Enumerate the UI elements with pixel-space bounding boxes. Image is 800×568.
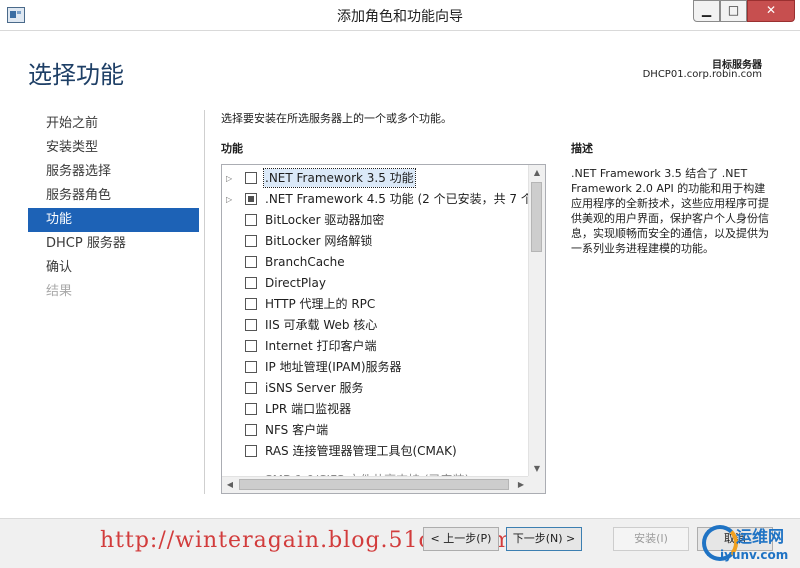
- nav-item-server-roles[interactable]: 服务器角色: [28, 184, 199, 208]
- install-button: 安装(I): [613, 527, 689, 551]
- feature-row[interactable]: ▷ .NET Framework 4.5 功能 (2 个已安装，共 7 个): [222, 189, 538, 210]
- feature-checkbox[interactable]: [245, 235, 257, 247]
- feature-row[interactable]: DirectPlay: [222, 273, 530, 294]
- feature-row[interactable]: IP 地址管理(IPAM)服务器: [222, 357, 530, 378]
- feature-checkbox[interactable]: [245, 424, 257, 436]
- title-bar: 添加角色和功能向导 ▁ □ ✕: [0, 0, 800, 31]
- scroll-up-arrow-icon[interactable]: ▲: [529, 165, 545, 181]
- feature-checkbox[interactable]: [245, 445, 257, 457]
- feature-row[interactable]: RAS 连接管理器管理工具包(CMAK): [222, 441, 530, 462]
- nav-divider: [204, 110, 205, 494]
- wizard-nav: 开始之前 安装类型 服务器选择 服务器角色 功能 DHCP 服务器 确认 结果: [28, 112, 199, 304]
- features-list[interactable]: ▷ .NET Framework 3.5 功能 ▷ .NET Framework 4.…: [221, 164, 546, 494]
- feature-label: BitLocker 网络解锁: [265, 234, 373, 248]
- nav-item-features[interactable]: 功能: [28, 208, 199, 232]
- nav-item-server-selection[interactable]: 服务器选择: [28, 160, 199, 184]
- feature-row[interactable]: iSNS Server 服务: [222, 378, 530, 399]
- feature-checkbox[interactable]: [245, 256, 257, 268]
- target-server-name: DHCP01.corp.robin.com: [642, 69, 762, 80]
- window-title: 添加角色和功能向导: [337, 9, 463, 25]
- feature-description: .NET Framework 3.5 结合了 .NET Framework 2.…: [571, 167, 769, 255]
- logo-brand: 运维网: [736, 527, 785, 546]
- feature-row[interactable]: Internet 打印客户端: [222, 336, 530, 357]
- feature-label: BitLocker 驱动器加密: [265, 213, 385, 227]
- nav-item-results: 结果: [46, 284, 73, 299]
- feature-row[interactable]: BranchCache: [222, 252, 530, 273]
- feature-label: iSNS Server 服务: [265, 381, 364, 395]
- nav-item-confirmation[interactable]: 确认: [28, 256, 199, 280]
- feature-label: Internet 打印客户端: [265, 339, 377, 353]
- scroll-down-arrow-icon[interactable]: ▼: [529, 461, 545, 477]
- logo-site: iyunv.com: [720, 548, 789, 562]
- feature-label: NFS 客户端: [265, 423, 329, 437]
- feature-label: .NET Framework 3.5 功能: [263, 168, 416, 188]
- feature-row[interactable]: HTTP 代理上的 RPC: [222, 294, 530, 315]
- vertical-scroll-thumb[interactable]: [531, 182, 542, 252]
- horizontal-scrollbar[interactable]: ◀ ▶: [222, 476, 529, 493]
- feature-checkbox[interactable]: [245, 172, 257, 184]
- nav-item-dhcp-server[interactable]: DHCP 服务器: [28, 232, 199, 256]
- feature-checkbox[interactable]: [245, 340, 257, 352]
- feature-row[interactable]: BitLocker 网络解锁: [222, 231, 530, 252]
- feature-checkbox[interactable]: [245, 319, 257, 331]
- feature-label: HTTP 代理上的 RPC: [265, 297, 376, 311]
- feature-label: RAS 连接管理器管理工具包(CMAK): [265, 444, 457, 458]
- description-header: 描述: [571, 142, 593, 155]
- page-title: 选择功能: [28, 61, 124, 89]
- feature-checkbox[interactable]: [245, 214, 257, 226]
- instruction-text: 选择要安装在所选服务器上的一个或多个功能。: [221, 112, 452, 125]
- vertical-scrollbar[interactable]: ▲ ▼: [528, 165, 545, 477]
- feature-row[interactable]: LPR 端口监视器: [222, 399, 530, 420]
- feature-checkbox[interactable]: [245, 403, 257, 415]
- feature-checkbox[interactable]: [245, 298, 257, 310]
- feature-checkbox[interactable]: [245, 277, 257, 289]
- feature-row[interactable]: NFS 客户端: [222, 420, 530, 441]
- features-header: 功能: [221, 142, 243, 155]
- scroll-left-arrow-icon[interactable]: ◀: [222, 477, 238, 493]
- previous-button[interactable]: < 上一步(P): [423, 527, 499, 551]
- feature-label: IP 地址管理(IPAM)服务器: [265, 360, 402, 374]
- minimize-button[interactable]: ▁: [693, 0, 720, 22]
- expand-arrow-icon[interactable]: ▷: [226, 168, 236, 189]
- feature-checkbox[interactable]: [245, 361, 257, 373]
- scroll-right-arrow-icon[interactable]: ▶: [513, 477, 529, 493]
- features-rows: ▷ .NET Framework 3.5 功能 ▷ .NET Framework 4.…: [222, 168, 538, 487]
- feature-label: DirectPlay: [265, 276, 326, 290]
- feature-row[interactable]: BitLocker 驱动器加密: [222, 210, 530, 231]
- expand-arrow-icon[interactable]: ▷: [226, 189, 236, 210]
- feature-row[interactable]: IIS 可承载 Web 核心: [222, 315, 530, 336]
- next-button[interactable]: 下一步(N) >: [506, 527, 582, 551]
- feature-checkbox[interactable]: [245, 193, 257, 205]
- nav-item-installation-type[interactable]: 安装类型: [28, 136, 199, 160]
- feature-label: .NET Framework 4.5 功能 (2 个已安装，共 7 个): [265, 192, 538, 206]
- feature-label: LPR 端口监视器: [265, 402, 352, 416]
- nav-item-before-you-begin[interactable]: 开始之前: [28, 112, 199, 136]
- feature-label: BranchCache: [265, 255, 345, 269]
- feature-row[interactable]: ▷ .NET Framework 3.5 功能: [222, 168, 530, 189]
- feature-checkbox[interactable]: [245, 382, 257, 394]
- maximize-button[interactable]: □: [720, 0, 747, 22]
- site-logo: 运维网 iyunv.com: [700, 521, 796, 565]
- scrollbar-corner: [528, 476, 545, 493]
- horizontal-scroll-thumb[interactable]: [239, 479, 509, 490]
- close-button[interactable]: ✕: [747, 0, 795, 22]
- feature-label: IIS 可承载 Web 核心: [265, 318, 378, 332]
